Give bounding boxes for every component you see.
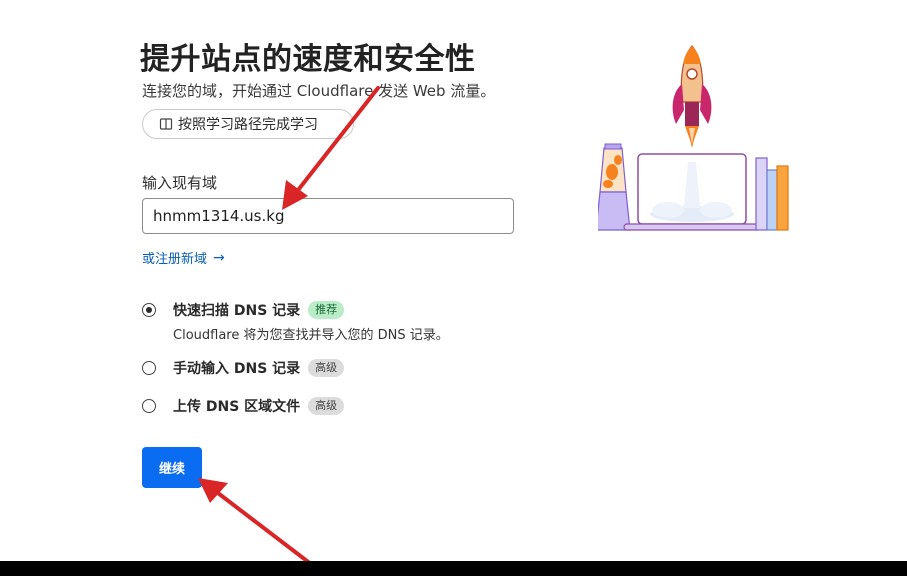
radio-title-quick-scan: 快速扫描 DNS 记录 — [173, 303, 301, 319]
register-new-domain-link[interactable]: 或注册新域 → — [142, 248, 225, 268]
book-icon — [159, 117, 173, 131]
continue-button[interactable]: 继续 — [142, 447, 202, 488]
radio-button-upload-zone[interactable] — [142, 399, 156, 413]
learning-path-button[interactable]: 按照学习路径完成学习 — [142, 109, 354, 139]
annotation-arrow-continue — [198, 478, 326, 576]
laptop-icon — [623, 153, 763, 231]
rocket-icon — [672, 45, 712, 148]
advanced-badge: 高级 — [308, 359, 345, 377]
radio-description-quick-scan: Cloudflare 将为您查找并导入您的 DNS 记录。 — [173, 328, 449, 343]
radio-option-manual-entry[interactable]: 手动输入 DNS 记录 高级 — [142, 358, 345, 378]
page-subtitle: 连接您的域，开始通过 Cloudflare 发送 Web 流量。 — [142, 82, 496, 100]
domain-input[interactable] — [142, 198, 514, 234]
rocket-laptop-illustration — [598, 45, 789, 231]
learning-path-label: 按照学习路径完成学习 — [178, 117, 318, 133]
radio-button-quick-scan[interactable] — [142, 303, 156, 317]
recommended-badge: 推荐 — [308, 301, 345, 319]
radio-option-quick-scan[interactable]: 快速扫描 DNS 记录 推荐 Cloudflare 将为您查找并导入您的 DNS… — [142, 300, 449, 343]
radio-button-manual-entry[interactable] — [142, 361, 156, 375]
annotation-arrow-input — [282, 86, 380, 210]
lava-lamp-icon — [598, 143, 631, 231]
radio-option-upload-zone[interactable]: 上传 DNS 区域文件 高级 — [142, 396, 345, 416]
domain-field-label: 输入现有域 — [142, 174, 218, 192]
register-link-label: 或注册新域 — [142, 252, 208, 267]
books-icon — [755, 157, 789, 231]
page-title: 提升站点的速度和安全性 — [140, 42, 476, 77]
bottom-black-bar — [0, 561, 907, 576]
advanced-badge: 高级 — [308, 397, 345, 415]
arrow-right-icon: → — [213, 249, 225, 266]
radio-title-upload-zone: 上传 DNS 区域文件 — [173, 399, 301, 415]
radio-title-manual-entry: 手动输入 DNS 记录 — [173, 361, 301, 377]
